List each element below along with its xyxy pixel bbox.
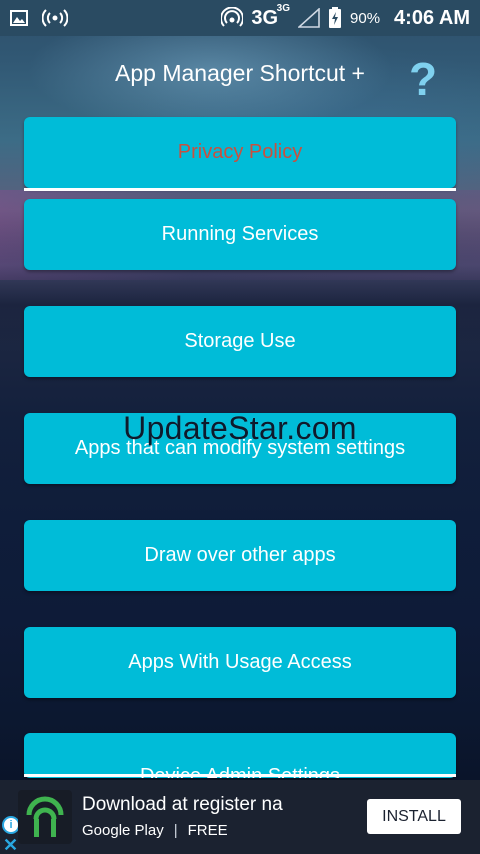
ad-title: Download at register na	[82, 794, 283, 815]
device-admin-settings-button[interactable]: Device Admin Settings	[24, 733, 456, 778]
running-services-button[interactable]: Running Services	[24, 199, 456, 270]
wifi-signal-icon	[221, 7, 244, 29]
hotspot-icon	[42, 9, 68, 27]
battery-percent: 90%	[350, 9, 381, 27]
ad-price: FREE	[187, 822, 228, 839]
status-bar: 3G 3G 90% 4:06 AM	[0, 0, 480, 36]
battery-charging-icon	[328, 7, 342, 29]
network-type-sup: 3G	[276, 2, 291, 14]
draw-over-apps-button[interactable]: Draw over other apps	[24, 520, 456, 591]
help-icon[interactable]: ?	[403, 54, 443, 104]
signal-icon	[298, 8, 320, 28]
ad-banner[interactable]: i ✕ Download at register na Google Play …	[0, 780, 480, 854]
storage-use-button[interactable]: Storage Use	[24, 306, 456, 377]
ad-install-button[interactable]: INSTALL	[367, 799, 461, 834]
device-admin-underline	[24, 774, 456, 777]
gallery-icon	[10, 10, 28, 26]
watermark: UpdateStar.com	[123, 410, 357, 446]
ad-subtitle: Google Play | FREE	[82, 822, 228, 839]
ad-separator: |	[173, 822, 178, 839]
ad-app-logo-icon	[18, 790, 72, 844]
ad-store: Google Play	[82, 822, 164, 839]
ad-close-icon[interactable]: ✕	[3, 836, 18, 854]
privacy-policy-button[interactable]: Privacy Policy	[24, 117, 456, 188]
network-type: 3G 3G	[251, 2, 291, 29]
clock: 4:06 AM	[394, 6, 470, 29]
usage-access-button[interactable]: Apps With Usage Access	[24, 627, 456, 698]
privacy-policy-underline	[24, 188, 456, 191]
